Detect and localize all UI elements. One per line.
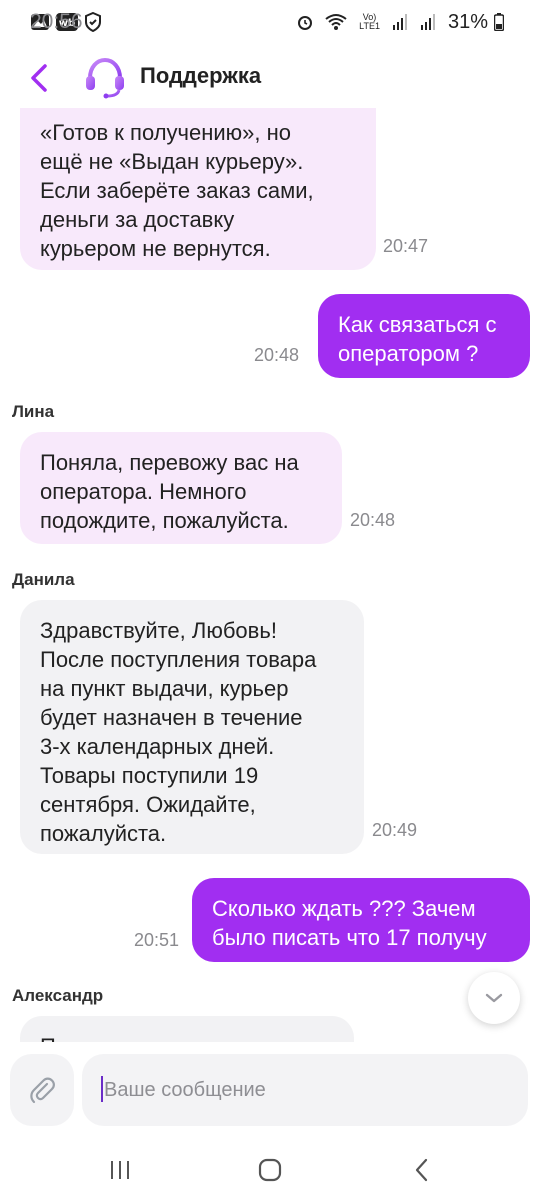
wifi-icon	[325, 13, 347, 31]
message-line: оператора. Немного	[40, 479, 247, 504]
message-line: 3-х календарных дней.	[40, 734, 275, 759]
message-bubble-incoming: Поняла, перевожу вас на оператора. Немно…	[20, 432, 342, 544]
alarm-icon	[297, 13, 313, 31]
chat-title: Поддержка	[140, 63, 262, 88]
message-line: После поступления товара	[40, 647, 317, 672]
message-time: 20:49	[372, 820, 418, 840]
home-icon	[258, 1158, 282, 1182]
nav-back-icon	[415, 1158, 428, 1182]
signal-icon-2	[420, 13, 436, 31]
message-line: Здравствуйте, Любовь!	[40, 618, 277, 643]
message-line: Если заберёте заказ сами,	[40, 178, 314, 203]
shield-icon	[84, 12, 102, 32]
message-bubble-operator: Понимаем, насколько	[20, 1016, 354, 1042]
message-time: 20:48	[350, 510, 396, 530]
recent-apps-button[interactable]	[100, 1154, 140, 1186]
message-time: 20:51	[134, 930, 180, 950]
message-line: Товары поступили 19	[40, 763, 259, 788]
message-bubble-incoming: «Готов к получению», но ещё не «Выдан ку…	[20, 108, 376, 270]
message-bubble-operator: Здравствуйте, Любовь! После поступления …	[20, 600, 364, 854]
home-button[interactable]	[250, 1154, 290, 1186]
status-bar: 20:56 wb Vo) LTE1 31%	[0, 0, 540, 44]
message-line: Сколько ждать ??? Зачем	[212, 896, 476, 921]
battery-percent: 31%	[447, 10, 488, 33]
message-bubble-outgoing: Как связаться с оператором ?	[318, 294, 530, 378]
paperclip-icon	[30, 1077, 55, 1104]
signal-icon	[392, 13, 408, 31]
scroll-down-button[interactable]	[468, 972, 520, 1024]
battery-icon	[494, 13, 504, 31]
message-bubble-outgoing: Сколько ждать ??? Зачем было писать что …	[192, 878, 530, 962]
message-composer	[0, 1052, 540, 1128]
message-line: на пункт выдачи, курьер	[40, 676, 289, 701]
support-avatar	[82, 54, 128, 100]
message-line: оператором ?	[338, 341, 479, 366]
message-line: было писать что 17 получу	[212, 925, 487, 950]
volte-icon: Vo) LTE1	[359, 12, 380, 31]
system-nav-bar	[0, 1140, 540, 1200]
chevron-left-icon	[31, 64, 47, 92]
message-line: ещё не «Выдан курьеру».	[40, 149, 304, 174]
headset-icon	[86, 57, 124, 99]
message-line: Понимаем, насколько	[40, 1032, 336, 1042]
back-button[interactable]	[24, 58, 54, 98]
message-line: сентября. Ожидайте,	[40, 792, 256, 817]
message-time: 20:47	[383, 236, 429, 256]
message-input-field[interactable]	[82, 1054, 528, 1126]
chevron-down-icon	[485, 993, 503, 1003]
network-label: LTE1	[359, 21, 380, 31]
message-line: Поняла, перевожу вас на	[40, 450, 299, 475]
message-line: деньги за доставку	[40, 207, 235, 232]
message-time: 20:48	[254, 345, 300, 365]
nav-back-button[interactable]	[402, 1154, 442, 1186]
sender-name: Александр	[12, 986, 104, 1005]
message-line: подождите, пожалуйста.	[40, 508, 289, 533]
recent-apps-icon	[111, 1161, 129, 1179]
message-input[interactable]	[82, 1054, 528, 1126]
status-time: 20:56	[30, 10, 83, 33]
message-line: пожалуйста.	[40, 821, 167, 846]
message-line: Как связаться с	[338, 312, 497, 337]
sender-name: Данила	[12, 570, 75, 589]
message-list[interactable]: «Готов к получению», но ещё не «Выдан ку…	[0, 108, 540, 1042]
message-line: будет назначен в течение	[40, 705, 303, 730]
message-line: курьером не вернутся.	[40, 236, 271, 261]
message-line: «Готов к получению», но	[40, 120, 292, 145]
attach-button[interactable]	[10, 1054, 74, 1126]
text-cursor	[101, 1076, 103, 1102]
sender-name: Лина	[12, 402, 55, 421]
chat-header: Поддержка	[0, 50, 540, 106]
